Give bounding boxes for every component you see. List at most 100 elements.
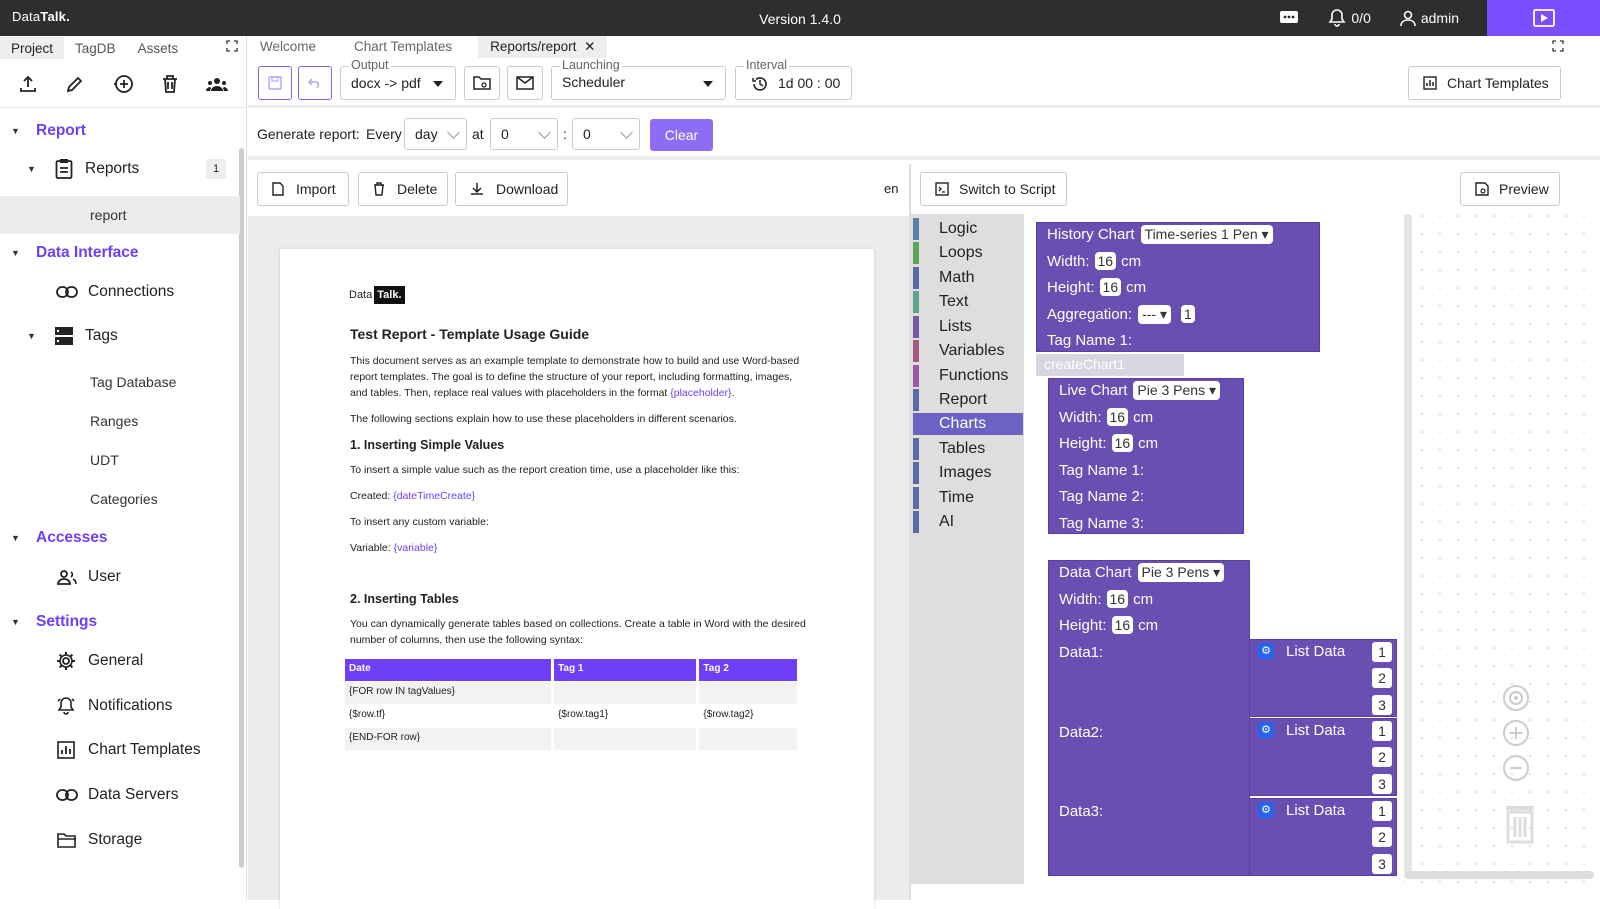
tree-report[interactable]: ▼ Report — [0, 112, 240, 150]
import-button[interactable]: Import — [257, 172, 349, 206]
data-chart-block[interactable]: Data Chart Pie 3 Pens ▾ Width: 16 cm Height… — [1048, 560, 1250, 876]
tab-tagdb[interactable]: TagDB — [64, 37, 127, 59]
tree-settings[interactable]: ▼ Settings — [0, 603, 240, 641]
undo-icon — [308, 78, 320, 89]
data-type-dropdown[interactable]: Pie 3 Pens ▾ — [1137, 562, 1225, 582]
aggregation-dropdown[interactable]: --- ▾ — [1138, 304, 1171, 324]
tree-user[interactable]: User — [0, 558, 240, 596]
download-button[interactable]: Download — [455, 172, 568, 206]
hour-select[interactable]: 0 — [490, 118, 558, 150]
live-type-dropdown[interactable]: Pie 3 Pens ▾ — [1133, 380, 1221, 400]
category-logic[interactable]: Logic — [913, 218, 1023, 240]
tree-tags[interactable]: ▼ Tags — [0, 317, 240, 355]
tree-storage[interactable]: Storage — [0, 821, 240, 859]
gear-icon[interactable]: ⚙ — [1258, 802, 1274, 818]
category-time[interactable]: Time — [913, 487, 1023, 509]
delete-button[interactable] — [161, 74, 179, 94]
user-icon — [1400, 10, 1416, 27]
editor-tabs: Welcome Chart Templates Reports/report ✕ — [248, 36, 1600, 58]
tree-general[interactable]: General — [0, 642, 240, 680]
history-type-dropdown[interactable]: Time-series 1 Pen ▾ — [1140, 224, 1273, 244]
category-lists[interactable]: Lists — [913, 316, 1023, 338]
recenter-button[interactable] — [1502, 684, 1530, 712]
workspace-scrollbar-track[interactable] — [1404, 214, 1412, 874]
gear-icon — [57, 652, 75, 670]
tab-welcome[interactable]: Welcome — [248, 36, 328, 58]
tree-reports[interactable]: ▼ Reports 1 — [0, 150, 240, 188]
tab-assets[interactable]: Assets — [127, 37, 190, 59]
maximize-button[interactable] — [1552, 40, 1564, 52]
tree-notifications[interactable]: Notifications — [0, 687, 240, 725]
chart-templates-button[interactable]: Chart Templates — [1408, 66, 1561, 100]
category-functions[interactable]: Functions — [913, 365, 1023, 387]
tree-chart-templates[interactable]: Chart Templates — [0, 731, 240, 769]
top-bar: DataTalk. Version 1.4.0 0/0 admin — [0, 0, 1600, 36]
category-text[interactable]: Text — [913, 291, 1023, 313]
email-button[interactable] — [507, 66, 543, 100]
save-button[interactable] — [258, 66, 292, 100]
gear-icon[interactable]: ⚙ — [1258, 722, 1274, 738]
list-data-block-1[interactable]: ⚙ List Data 1 2 3 — [1249, 639, 1397, 717]
switch-to-script-button[interactable]: Switch to Script — [920, 172, 1067, 206]
minute-select[interactable]: 0 — [572, 118, 640, 150]
zoom-out-button[interactable] — [1502, 754, 1530, 782]
tree-categories[interactable]: Categories — [0, 480, 240, 518]
tree-ranges[interactable]: Ranges — [0, 402, 240, 440]
run-button[interactable] — [1487, 0, 1600, 36]
message-button[interactable] — [1279, 10, 1299, 26]
preview-button[interactable]: Preview — [1460, 172, 1560, 206]
users-button[interactable] — [206, 75, 229, 93]
category-tables[interactable]: Tables — [913, 438, 1023, 460]
bell-icon — [57, 697, 75, 715]
tree-data-interface[interactable]: ▼ Data Interface — [0, 234, 240, 272]
close-tab-icon[interactable]: ✕ — [584, 39, 595, 54]
tab-project[interactable]: Project — [0, 37, 65, 59]
zoom-in-button[interactable] — [1502, 719, 1530, 747]
live-chart-block[interactable]: Live Chart Pie 3 Pens ▾ Width: 16 cm Height… — [1048, 378, 1244, 534]
category-images[interactable]: Images — [913, 462, 1023, 484]
output-select[interactable]: Output docx -> pdf — [340, 58, 456, 100]
bell-icon — [1328, 9, 1346, 27]
expand-panel-button[interactable] — [226, 40, 238, 52]
category-variables[interactable]: Variables — [913, 340, 1023, 362]
history-chart-block[interactable]: History Chart Time-series 1 Pen ▾ Width: 1… — [1036, 222, 1320, 352]
report-toolbar: Output docx -> pdf Launching Scheduler I… — [248, 58, 1600, 108]
trash-can-button[interactable] — [1504, 804, 1536, 844]
blocks-workspace[interactable]: createChart1 History Chart Time-series 1 … — [1024, 214, 1600, 884]
add-button[interactable] — [112, 73, 134, 95]
create-chart-block[interactable]: createChart1 — [1036, 354, 1184, 376]
edit-button[interactable] — [65, 74, 85, 94]
tree-tag-database[interactable]: Tag Database — [0, 363, 240, 401]
created-line: Created: {dateTimeCreate} — [350, 490, 476, 502]
tab-chart-templates[interactable]: Chart Templates — [342, 36, 464, 58]
alarms-button[interactable]: 0/0 — [1327, 8, 1371, 28]
clear-button[interactable]: Clear — [650, 119, 713, 151]
folder-button[interactable] — [464, 66, 500, 100]
upload-button[interactable] — [18, 74, 38, 94]
delete-doc-button[interactable]: Delete — [358, 172, 448, 206]
undo-button[interactable] — [298, 66, 332, 100]
category-loops[interactable]: Loops — [913, 242, 1023, 264]
tree-data-servers[interactable]: Data Servers — [0, 776, 240, 814]
tab-reports-report[interactable]: Reports/report ✕ — [478, 36, 608, 58]
colon-label: : — [563, 126, 567, 142]
category-ai[interactable]: AI — [913, 511, 1023, 533]
user-menu[interactable]: admin — [1399, 9, 1459, 27]
category-math[interactable]: Math — [913, 267, 1023, 289]
document-preview-area[interactable]: Data Talk. Test Report - Template Usage G… — [248, 216, 909, 909]
user-icon — [57, 570, 77, 585]
category-charts[interactable]: Charts — [913, 413, 1023, 435]
category-report[interactable]: Report — [913, 389, 1023, 411]
list-data-block-2[interactable]: ⚙ List Data 1 2 3 — [1249, 718, 1397, 796]
tree-report-item[interactable]: report — [0, 196, 240, 234]
interval-field[interactable]: Interval 1d 00 : 00 — [735, 58, 852, 100]
period-select[interactable]: day — [404, 118, 467, 150]
launching-select[interactable]: Launching Scheduler — [551, 58, 726, 100]
tree-connections[interactable]: Connections — [0, 273, 240, 311]
document-paragraph: To insert a simple value such as the rep… — [350, 464, 740, 476]
tree-udt[interactable]: UDT — [0, 441, 240, 479]
tree-accesses[interactable]: ▼ Accesses — [0, 519, 240, 557]
workspace-horizontal-scrollbar[interactable] — [1404, 871, 1594, 879]
list-data-block-3[interactable]: ⚙ List Data 1 2 3 — [1249, 798, 1397, 876]
gear-icon[interactable]: ⚙ — [1258, 643, 1274, 659]
